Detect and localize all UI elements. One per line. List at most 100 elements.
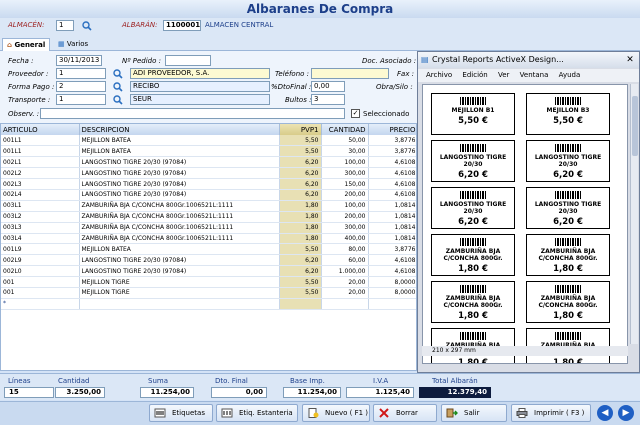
cell-descripcion[interactable]: MEJILLON TIGRE bbox=[79, 276, 280, 288]
cell-cantidad[interactable]: 20,00 bbox=[321, 287, 369, 299]
cell-descripcion[interactable]: LANGOSTINO TIGRE 20/30 (97084) bbox=[79, 167, 280, 180]
fecha-input[interactable]: 30/11/2013 bbox=[56, 55, 102, 66]
cell-precio[interactable]: 1,0814 bbox=[368, 200, 416, 212]
cell-articulo[interactable]: 001L9 bbox=[1, 243, 80, 256]
cell-articulo[interactable]: 002L1 bbox=[1, 156, 80, 169]
formapago-name-input[interactable]: RECIBO bbox=[130, 81, 270, 92]
table-row[interactable]: 002L3 LANGOSTINO TIGRE 20/30 (97084) 6,20 1… bbox=[1, 178, 416, 190]
cell-cantidad[interactable]: 80,00 bbox=[321, 243, 369, 256]
cell-articulo[interactable]: 002L2 bbox=[1, 167, 80, 180]
new-row-marker[interactable]: * bbox=[1, 298, 80, 310]
col-header-cantidad[interactable]: CANTIDAD bbox=[321, 124, 369, 135]
cell-articulo[interactable]: 001 bbox=[1, 276, 80, 288]
cell-descripcion[interactable]: ZAMBURIÑA BJA C/CONCHA 800Gr.1006521L:11… bbox=[79, 233, 280, 245]
cell-cantidad[interactable]: 100,00 bbox=[321, 200, 369, 212]
cell-pvp1[interactable]: 5,50 bbox=[279, 135, 322, 147]
cell-precio[interactable]: 1,0814 bbox=[368, 211, 416, 223]
cell-precio[interactable]: 4,6108 bbox=[368, 178, 416, 190]
cell-cantidad[interactable]: 200,00 bbox=[321, 211, 369, 223]
cell-pvp1[interactable]: 1,80 bbox=[279, 233, 322, 245]
cell-articulo[interactable]: 001 bbox=[1, 287, 80, 299]
transporte-name-input[interactable]: SEUR bbox=[130, 94, 270, 105]
bultos-input[interactable]: 3 bbox=[311, 94, 345, 105]
cell-articulo[interactable]: 002L4 bbox=[1, 189, 80, 201]
telefono-input[interactable] bbox=[311, 68, 389, 79]
col-header-descripcion[interactable]: DESCRIPCION bbox=[79, 124, 280, 135]
cell-pvp1[interactable]: 6,20 bbox=[279, 254, 322, 267]
new-row-cell[interactable] bbox=[279, 298, 322, 310]
cell-descripcion[interactable]: ZAMBURIÑA BJA C/CONCHA 800Gr.1006521L:11… bbox=[79, 211, 280, 223]
proveedor-name-input[interactable]: ADI PROVEEDOR, S.A. bbox=[130, 68, 270, 79]
cell-pvp1[interactable]: 6,20 bbox=[279, 189, 322, 201]
table-row[interactable]: 002L4 LANGOSTINO TIGRE 20/30 (97084) 6,20 2… bbox=[1, 189, 416, 201]
transporte-code-input[interactable]: 1 bbox=[56, 94, 106, 105]
cell-descripcion[interactable]: MEJILLON BATEA bbox=[79, 135, 280, 147]
cell-descripcion[interactable]: LANGOSTINO TIGRE 20/30 (97084) bbox=[79, 189, 280, 201]
cell-pvp1[interactable]: 6,20 bbox=[279, 178, 322, 190]
cell-cantidad[interactable]: 300,00 bbox=[321, 167, 369, 180]
menu-archivo[interactable]: Archivo bbox=[426, 71, 452, 79]
menu-ventana[interactable]: Ventana bbox=[520, 71, 549, 79]
menu-edicion[interactable]: Edición bbox=[462, 71, 487, 79]
etiquetas-button[interactable]: Etiquetas bbox=[149, 404, 213, 422]
albaran-input[interactable]: 1100001 bbox=[163, 20, 201, 31]
col-header-pvp1[interactable]: PVP1 bbox=[279, 124, 322, 135]
seleccionado-checkbox[interactable]: ✓ bbox=[351, 109, 360, 118]
proveedor-search-icon[interactable] bbox=[113, 69, 123, 79]
table-row[interactable]: 003L1 ZAMBURIÑA BJA C/CONCHA 800Gr.100652… bbox=[1, 200, 416, 212]
cell-precio[interactable]: 1,0814 bbox=[368, 222, 416, 234]
cell-pvp1[interactable]: 6,20 bbox=[279, 265, 322, 278]
cell-pvp1[interactable]: 5,50 bbox=[279, 276, 322, 288]
table-row[interactable]: 003L3 ZAMBURIÑA BJA C/CONCHA 800Gr.100652… bbox=[1, 222, 416, 234]
table-row[interactable]: 003L4 ZAMBURIÑA BJA C/CONCHA 800Gr.100652… bbox=[1, 233, 416, 245]
table-row[interactable]: 002L2 LANGOSTINO TIGRE 20/30 (97084) 6,20 3… bbox=[1, 167, 416, 180]
formapago-search-icon[interactable] bbox=[113, 82, 123, 92]
cell-descripcion[interactable]: ZAMBURIÑA BJA C/CONCHA 800Gr.1006521L:11… bbox=[79, 222, 280, 234]
cell-descripcion[interactable]: LANGOSTINO TIGRE 20/30 (97084) bbox=[79, 254, 280, 267]
cell-pvp1[interactable]: 1,80 bbox=[279, 200, 322, 212]
scrollbar-thumb[interactable] bbox=[632, 96, 638, 156]
new-row[interactable]: * bbox=[1, 298, 416, 310]
proveedor-code-input[interactable]: 1 bbox=[56, 68, 106, 79]
close-icon[interactable]: ✕ bbox=[624, 54, 636, 66]
menu-ayuda[interactable]: Ayuda bbox=[559, 71, 581, 79]
cell-descripcion[interactable]: MEJILLON BATEA bbox=[79, 145, 280, 158]
cell-descripcion[interactable]: ZAMBURIÑA BJA C/CONCHA 800Gr.1006521L:11… bbox=[79, 200, 280, 212]
cell-precio[interactable]: 8,0000 bbox=[368, 276, 416, 288]
cell-precio[interactable]: 3,8776 bbox=[368, 135, 416, 147]
cell-pvp1[interactable]: 5,50 bbox=[279, 145, 322, 158]
cell-articulo[interactable]: 002L0 bbox=[1, 265, 80, 278]
cell-cantidad[interactable]: 400,00 bbox=[321, 233, 369, 245]
table-row[interactable]: 001L1 MEJILLON BATEA 5,50 30,00 3,8776 bbox=[1, 145, 416, 158]
cell-precio[interactable]: 3,8776 bbox=[368, 243, 416, 256]
cell-precio[interactable]: 4,6108 bbox=[368, 254, 416, 267]
new-row-cell[interactable] bbox=[321, 298, 369, 310]
imprimir-button[interactable]: Imprimir ( F3 ) bbox=[511, 404, 591, 422]
cell-descripcion[interactable]: LANGOSTINO TIGRE 20/30 (97084) bbox=[79, 265, 280, 278]
col-header-articulo[interactable]: ARTICULO bbox=[1, 124, 80, 135]
cell-cantidad[interactable]: 50,00 bbox=[321, 135, 369, 147]
next-icon[interactable]: ▶ bbox=[618, 405, 634, 421]
cell-articulo[interactable]: 001L1 bbox=[1, 145, 80, 158]
formapago-code-input[interactable]: 2 bbox=[56, 81, 106, 92]
cell-precio[interactable]: 1,0814 bbox=[368, 233, 416, 245]
cell-precio[interactable]: 8,0000 bbox=[368, 287, 416, 299]
nuevo-button[interactable]: Nuevo ( F1 ) bbox=[302, 404, 370, 422]
cell-articulo[interactable]: 003L4 bbox=[1, 233, 80, 245]
cell-pvp1[interactable]: 6,20 bbox=[279, 167, 322, 180]
table-row[interactable]: 002L9 LANGOSTINO TIGRE 20/30 (97084) 6,20 6… bbox=[1, 254, 416, 267]
cell-cantidad[interactable]: 60,00 bbox=[321, 254, 369, 267]
crystal-title[interactable]: ▤ Crystal Reports ActiveX Design... ✕ bbox=[418, 52, 639, 68]
cell-cantidad[interactable]: 100,00 bbox=[321, 156, 369, 169]
npedido-input[interactable] bbox=[165, 55, 211, 66]
cell-precio[interactable]: 4,6108 bbox=[368, 265, 416, 278]
cell-cantidad[interactable]: 300,00 bbox=[321, 222, 369, 234]
cell-descripcion[interactable]: LANGOSTINO TIGRE 20/30 (97084) bbox=[79, 156, 280, 169]
almacen-input[interactable]: 1 bbox=[56, 20, 74, 31]
cell-descripcion[interactable]: LANGOSTINO TIGRE 20/30 (97084) bbox=[79, 178, 280, 190]
new-row-cell[interactable] bbox=[79, 298, 280, 310]
cell-articulo[interactable]: 003L1 bbox=[1, 200, 80, 212]
table-row[interactable]: 002L0 LANGOSTINO TIGRE 20/30 (97084) 6,20 1… bbox=[1, 265, 416, 278]
crystal-vertical-scrollbar[interactable] bbox=[630, 84, 638, 344]
table-row[interactable]: 003L2 ZAMBURIÑA BJA C/CONCHA 800Gr.100652… bbox=[1, 211, 416, 223]
